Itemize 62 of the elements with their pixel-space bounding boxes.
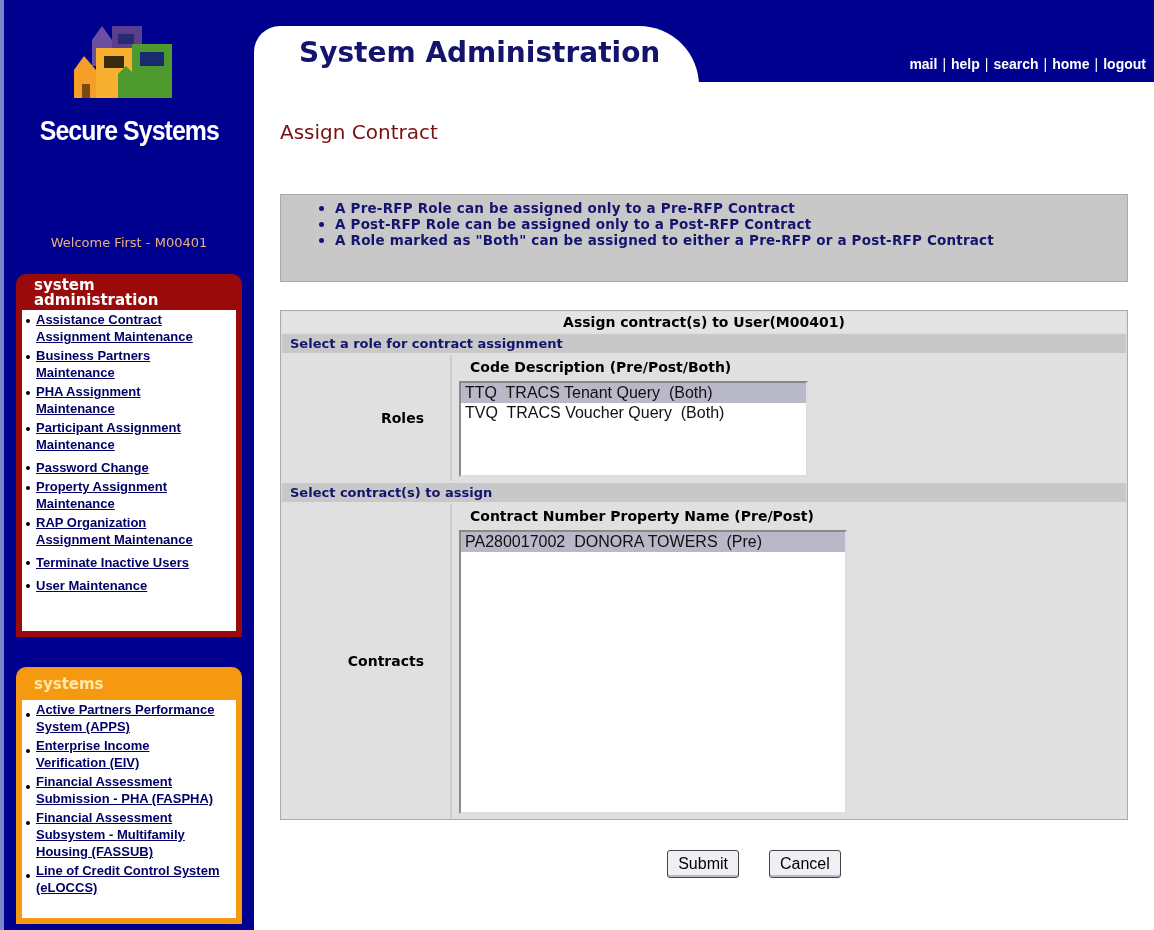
sidebar-link[interactable]: PHA Assignment Maintenance bbox=[36, 383, 221, 417]
header-link[interactable]: home bbox=[1052, 56, 1090, 72]
bullet-icon bbox=[26, 561, 30, 565]
sidebar-link[interactable]: Password Change bbox=[36, 459, 221, 476]
sidebar-link[interactable]: Property Assignment Maintenance bbox=[36, 478, 221, 512]
sidebar-link[interactable]: Active Partners Performance System (APPS) bbox=[36, 701, 221, 735]
header-link[interactable]: mail bbox=[909, 56, 938, 72]
bullet-icon bbox=[319, 237, 324, 243]
separator: | bbox=[942, 56, 947, 72]
sidebar-link[interactable]: Financial Assessment Subsystem - Multifamily Housing (FASSUB) bbox=[36, 809, 221, 860]
section-heading: Select a role for contract assignment bbox=[282, 334, 1126, 353]
sidebar-link[interactable]: User Maintenance bbox=[36, 577, 221, 594]
panel-title: system administration bbox=[33, 275, 160, 310]
list-option[interactable]: TTQ TRACS Tenant Query (Both) bbox=[461, 383, 806, 403]
bullet-icon bbox=[26, 391, 30, 395]
form-button[interactable]: Cancel bbox=[769, 850, 841, 878]
field-label: Roles bbox=[282, 355, 452, 481]
bullet-icon bbox=[26, 713, 30, 717]
header-link[interactable]: help bbox=[951, 56, 980, 72]
separator: | bbox=[1094, 56, 1099, 72]
bullet-icon bbox=[26, 427, 30, 431]
header-link[interactable]: search bbox=[993, 56, 1039, 72]
page-title: Assign Contract bbox=[280, 120, 439, 144]
bullet-icon bbox=[26, 466, 30, 470]
list-heading: Code Description (Pre/Post/Both) bbox=[469, 359, 733, 377]
list-option[interactable]: PA280017002 DONORA TOWERS (Pre) bbox=[461, 532, 845, 552]
sidebar-link[interactable]: Terminate Inactive Users bbox=[36, 554, 221, 571]
brand-name: Secure Systems bbox=[39, 116, 219, 147]
bullet-icon bbox=[26, 319, 30, 323]
header-link[interactable]: logout bbox=[1103, 56, 1146, 72]
bullet-icon bbox=[26, 749, 30, 753]
bullet-icon bbox=[26, 584, 30, 588]
bullet-icon bbox=[26, 486, 30, 490]
list-box[interactable]: PA280017002 DONORA TOWERS (Pre) bbox=[459, 530, 847, 814]
sidebar-link[interactable]: Enterprise Income Verification (EIV) bbox=[36, 737, 221, 771]
sidebar-link[interactable]: Line of Credit Control System (eLOCCS) bbox=[36, 862, 221, 896]
sidebar-link[interactable]: Assistance Contract Assignment Maintenance bbox=[36, 311, 221, 345]
bullet-icon bbox=[319, 221, 324, 227]
separator: | bbox=[984, 56, 989, 72]
bullet-icon bbox=[26, 821, 30, 825]
bullet-icon bbox=[319, 205, 324, 211]
panel-title: systems bbox=[33, 674, 105, 695]
bullet-icon bbox=[26, 522, 30, 526]
bullet-icon bbox=[26, 355, 30, 359]
separator: | bbox=[1043, 56, 1048, 72]
sidebar-link[interactable]: Business Partners Maintenance bbox=[36, 347, 221, 381]
bullet-icon bbox=[26, 874, 30, 878]
list-box[interactable]: TTQ TRACS Tenant Query (Both) TVQ TRACS Voucher Query (Both) bbox=[459, 381, 808, 477]
note-text: A Post-RFP Role can be assigned only to a Post-RFP Contract bbox=[335, 216, 812, 232]
section-heading: Select contract(s) to assign bbox=[282, 483, 1126, 502]
sidebar-link[interactable]: Financial Assessment Submission - PHA (FASPHA) bbox=[36, 773, 221, 807]
note-text: A Pre-RFP Role can be assigned only to a Pre-RFP Contract bbox=[335, 200, 795, 216]
bullet-icon bbox=[26, 785, 30, 789]
list-heading: Contract Number Property Name (Pre/Post) bbox=[469, 508, 815, 526]
sidebar-link[interactable]: Participant Assignment Maintenance bbox=[36, 419, 221, 453]
list-option[interactable]: TVQ TRACS Voucher Query (Both) bbox=[461, 403, 806, 423]
form-title: Assign contract(s) to User(M00401) bbox=[282, 312, 1126, 332]
sidebar-link[interactable]: RAP Organization Assignment Maintenance bbox=[36, 514, 221, 548]
welcome-text: Welcome First - M00401 bbox=[50, 235, 208, 250]
field-label: Contracts bbox=[282, 504, 452, 818]
note-text: A Role marked as "Both" can be assigned to either a Pre-RFP or a Post-RFP Contract bbox=[335, 232, 994, 248]
form-button[interactable]: Submit bbox=[667, 850, 739, 878]
